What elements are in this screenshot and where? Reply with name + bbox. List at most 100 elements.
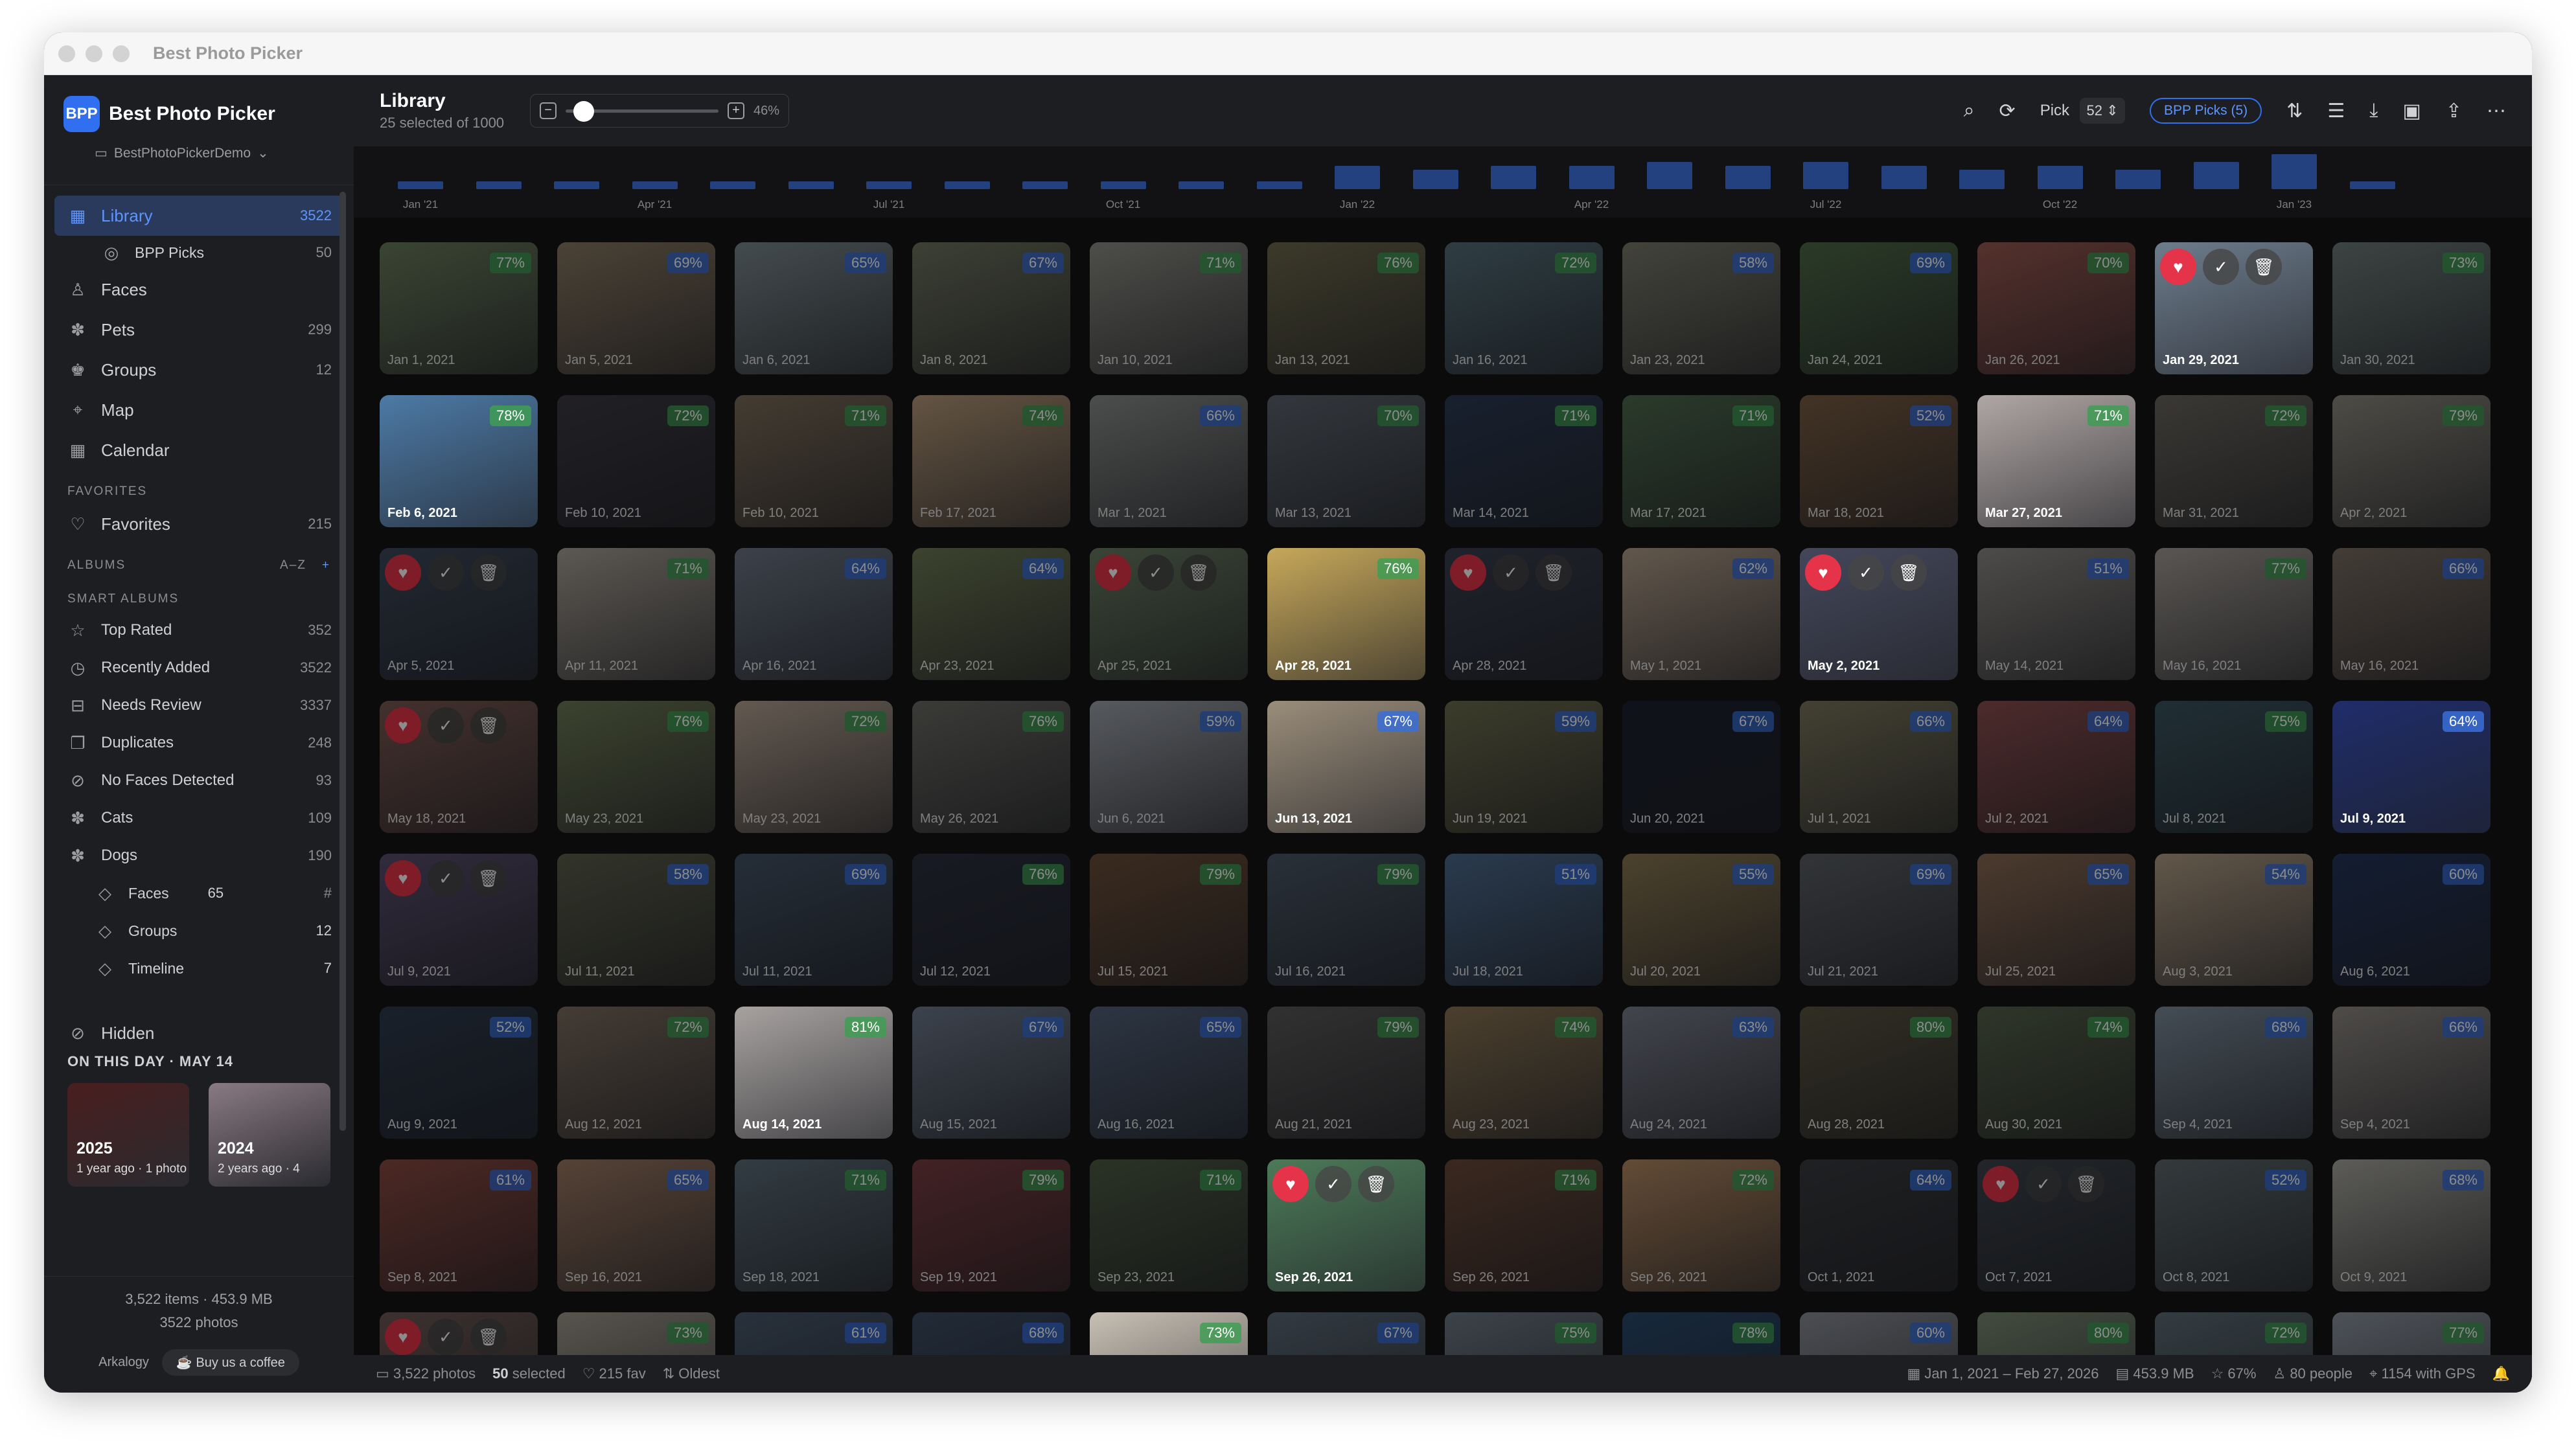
checkmark-icon[interactable]: ✓ xyxy=(1315,1166,1351,1202)
photo-tile[interactable]: 74% Aug 30, 2021 xyxy=(1977,1007,2135,1139)
photo-tile[interactable]: 65% Sep 16, 2021 xyxy=(557,1159,715,1292)
photo-tile[interactable]: 51% Jul 18, 2021 xyxy=(1445,854,1603,986)
trash-icon[interactable]: 🗑 xyxy=(1891,554,1927,591)
photo-tile[interactable]: 71% Mar 14, 2021 xyxy=(1445,395,1603,527)
minimize-window-button[interactable] xyxy=(86,45,102,62)
timeline-bar[interactable] xyxy=(1100,181,1146,189)
sidebar-item-dogs[interactable]: ✽ Dogs 190 xyxy=(54,837,343,874)
photo-tile[interactable]: 71% Apr 11, 2021 xyxy=(557,548,715,680)
photo-tile[interactable]: 74% Feb 17, 2021 xyxy=(912,395,1070,527)
filter-icon[interactable]: ☰ xyxy=(2327,100,2345,122)
timeline-bar[interactable] xyxy=(554,181,599,189)
photo-tile[interactable]: 52% Aug 9, 2021 xyxy=(380,1007,538,1139)
search-icon[interactable]: ⌕ xyxy=(1964,100,1975,122)
photo-tile[interactable]: 80% Aug 28, 2021 xyxy=(1800,1007,1958,1139)
sidebar-item-top-rated[interactable]: ☆ Top Rated 352 xyxy=(54,611,343,649)
photo-tile[interactable]: 65% Jul 25, 2021 xyxy=(1977,854,2135,986)
timeline-bar[interactable] xyxy=(866,181,912,189)
photo-tile[interactable]: 69% Jul 21, 2021 xyxy=(1800,854,1958,986)
photo-tile[interactable]: 61% xyxy=(735,1312,893,1360)
timeline-bar[interactable] xyxy=(1959,170,2005,189)
memory-card[interactable]: 2025 1 year ago · 1 photo xyxy=(67,1083,189,1187)
photo-tile[interactable]: 73% Jan 30, 2021 xyxy=(2332,242,2490,374)
photo-tile[interactable]: 75% xyxy=(1445,1312,1603,1360)
photo-tile[interactable]: 72% Feb 10, 2021 xyxy=(557,395,715,527)
photo-tile[interactable]: 76% Jul 12, 2021 xyxy=(912,854,1070,986)
trash-icon[interactable]: 🗑 xyxy=(2246,249,2282,285)
zoom-slider-knob[interactable] xyxy=(573,100,594,122)
photo-tile[interactable]: 71% Sep 18, 2021 xyxy=(735,1159,893,1292)
sort-icon[interactable]: ⇅ xyxy=(2286,100,2303,122)
bpp-picks-button[interactable]: BPP Picks (5) xyxy=(2150,98,2262,124)
photo-tile[interactable]: 64% Jul 2, 2021 xyxy=(1977,701,2135,833)
photo-tile[interactable]: 52% Oct 8, 2021 xyxy=(2155,1159,2313,1292)
photo-tile[interactable]: 76% Apr 28, 2021 xyxy=(1267,548,1425,680)
photo-tile[interactable]: 67% Jun 13, 2021 xyxy=(1267,701,1425,833)
share-icon[interactable]: ⇪ xyxy=(2446,100,2462,122)
photo-tile[interactable]: 54% Aug 3, 2021 xyxy=(2155,854,2313,986)
zoom-slider[interactable] xyxy=(566,100,719,122)
timeline-bar[interactable] xyxy=(1256,181,1302,189)
trash-icon[interactable]: 🗑 xyxy=(2068,1166,2104,1202)
photo-tile[interactable]: 69% Jan 24, 2021 xyxy=(1800,242,1958,374)
photo-tile[interactable]: 76% May 26, 2021 xyxy=(912,701,1070,833)
photo-tile[interactable]: 72% Sep 26, 2021 xyxy=(1622,1159,1780,1292)
photo-tile[interactable]: 59% Jun 6, 2021 xyxy=(1090,701,1248,833)
photo-tile[interactable]: 77% May 16, 2021 xyxy=(2155,548,2313,680)
sort-order[interactable]: ⇅ Oldest xyxy=(663,1365,720,1382)
photo-tile[interactable]: 55% Jul 20, 2021 xyxy=(1622,854,1780,986)
sidebar-item-needs-review[interactable]: ⊟ Needs Review 3337 xyxy=(54,687,343,724)
photo-tile[interactable]: 77% Jan 1, 2021 xyxy=(380,242,538,374)
timeline-bar[interactable] xyxy=(1022,181,1068,189)
pick-stepper[interactable]: 52 ⇕ xyxy=(2080,98,2126,124)
photo-tile[interactable]: 76% May 23, 2021 xyxy=(557,701,715,833)
photo-tile[interactable]: 64% Jul 9, 2021 xyxy=(2332,701,2490,833)
timeline-bar[interactable] xyxy=(1335,166,1380,189)
photo-tile[interactable]: 77% xyxy=(2332,1312,2490,1360)
sidebar-item-bpp-picks[interactable]: ◎ BPP Picks 50 xyxy=(54,236,343,269)
photo-tile[interactable]: 64% Apr 23, 2021 xyxy=(912,548,1070,680)
photo-tile[interactable]: 72% Mar 31, 2021 xyxy=(2155,395,2313,527)
photo-tile[interactable]: 62% May 1, 2021 xyxy=(1622,548,1780,680)
photo-tile[interactable]: 69% Jan 5, 2021 xyxy=(557,242,715,374)
photo-tile[interactable]: 60% xyxy=(1800,1312,1958,1360)
heart-icon[interactable]: ♥ xyxy=(1805,554,1841,591)
notification-bell-icon[interactable]: 🔔 xyxy=(2492,1365,2510,1382)
photo-tile[interactable]: 65% Jan 6, 2021 xyxy=(735,242,893,374)
sidebar-scrollbar[interactable] xyxy=(339,192,346,1131)
sidebar-group-faces[interactable]: ◇ Faces 65 # xyxy=(54,874,343,912)
sidebar-item-map[interactable]: ⌖ Map xyxy=(54,390,343,430)
photo-tile[interactable]: 68% Sep 4, 2021 xyxy=(2155,1007,2313,1139)
photo-tile[interactable]: 67% Aug 15, 2021 xyxy=(912,1007,1070,1139)
more-icon[interactable]: ⋯ xyxy=(2487,100,2506,122)
timeline-bar[interactable] xyxy=(1179,181,1224,189)
photo-tile[interactable]: 63% Aug 24, 2021 xyxy=(1622,1007,1780,1139)
albums-sort-button[interactable]: A–Z xyxy=(280,558,306,573)
checkmark-icon[interactable]: ✓ xyxy=(1493,554,1529,591)
photo-tile[interactable]: 71% Sep 26, 2021 xyxy=(1445,1159,1603,1292)
photo-tile[interactable]: 71% Feb 10, 2021 xyxy=(735,395,893,527)
heart-icon[interactable]: ♥ xyxy=(385,1319,421,1355)
photo-tile[interactable]: 78% xyxy=(1622,1312,1780,1360)
heart-icon[interactable]: ♥ xyxy=(385,860,421,896)
photo-tile[interactable]: 79% Jul 16, 2021 xyxy=(1267,854,1425,986)
photo-tile[interactable]: 71% Mar 17, 2021 xyxy=(1622,395,1780,527)
trash-icon[interactable]: 🗑 xyxy=(1180,554,1217,591)
sidebar-item-no-faces-detected[interactable]: ⊘ No Faces Detected 93 xyxy=(54,762,343,799)
sidebar-item-cats[interactable]: ✽ Cats 109 xyxy=(54,799,343,837)
heart-icon[interactable]: ♥ xyxy=(1272,1166,1309,1202)
photo-tile[interactable]: 70% Mar 13, 2021 xyxy=(1267,395,1425,527)
photo-tile[interactable]: 66% Jul 1, 2021 xyxy=(1800,701,1958,833)
photo-tile[interactable]: 74% Aug 23, 2021 xyxy=(1445,1007,1603,1139)
trash-icon[interactable]: 🗑 xyxy=(470,554,507,591)
close-window-button[interactable] xyxy=(58,45,75,62)
timeline-histogram[interactable]: Jan '21 Apr '21 Jul '21 Oct '21 Jan '22 Apr '… xyxy=(354,146,2532,218)
photo-tile[interactable]: 72% Jan 16, 2021 xyxy=(1445,242,1603,374)
photo-tile[interactable]: 69% Jul 11, 2021 xyxy=(735,854,893,986)
timeline-bar[interactable] xyxy=(632,181,678,189)
timeline-bar[interactable] xyxy=(2193,162,2239,189)
photo-tile[interactable]: 71% Jan 10, 2021 xyxy=(1090,242,1248,374)
sidebar-item-hidden[interactable]: ⊘ Hidden xyxy=(54,1013,343,1053)
photo-tile[interactable]: ♥ ✓ 🗑 Sep 26, 2021 xyxy=(1267,1159,1425,1292)
brand-link[interactable]: Arkalogy xyxy=(98,1355,149,1370)
